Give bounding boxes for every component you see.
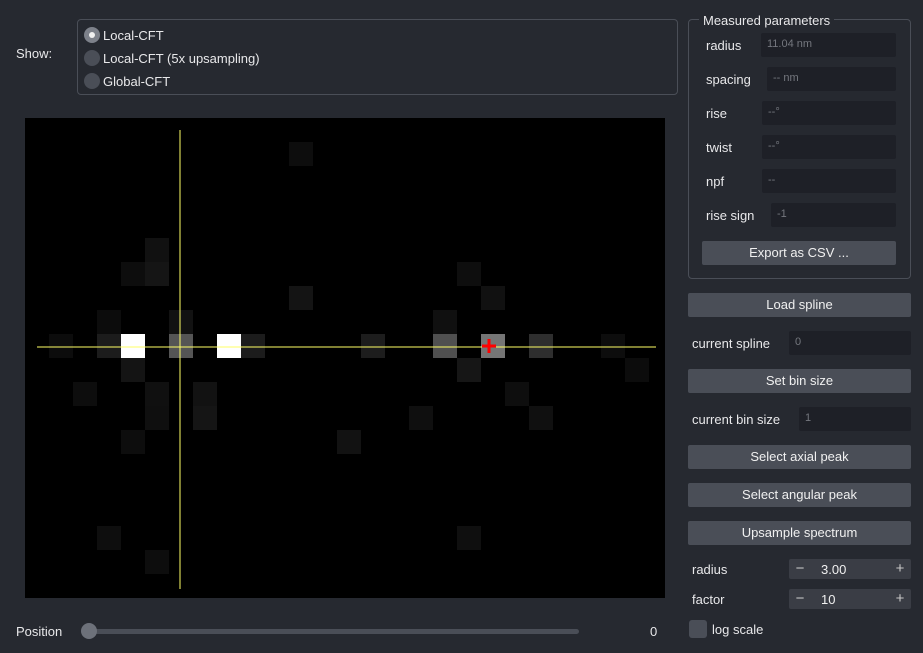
position-slider-handle[interactable]: [81, 623, 97, 639]
radio-unchecked-icon: [84, 73, 100, 89]
twist-param-field[interactable]: --°: [762, 135, 896, 159]
show-radio-group: Local-CFT Local-CFT (5x upsampling) Glob…: [77, 19, 678, 95]
radius-spinbox[interactable]: − 3.00 +: [789, 559, 911, 579]
spectrum-pixel-grid: [49, 142, 649, 574]
spectrum-image: [37, 130, 656, 589]
spacing-param-label: spacing: [706, 72, 751, 87]
radius-param-field[interactable]: 11.04 nm: [761, 33, 896, 57]
minus-icon[interactable]: −: [793, 559, 807, 579]
radio-checked-icon: [84, 27, 100, 43]
radio-global-cft[interactable]: Global-CFT: [84, 72, 170, 90]
rise-param-field[interactable]: --°: [762, 101, 896, 125]
npf-param-label: npf: [706, 174, 725, 189]
measured-parameters-title: Measured parameters: [699, 13, 835, 28]
radius-param-label: radius: [706, 38, 742, 53]
current-spline-label: current spline: [692, 336, 771, 351]
current-bin-size-field[interactable]: 1: [799, 407, 911, 431]
plus-icon[interactable]: +: [893, 559, 907, 579]
radio-label: Global-CFT: [103, 73, 171, 89]
rise-sign-param-field[interactable]: -1: [771, 203, 896, 227]
current-spline-field[interactable]: 0: [789, 331, 911, 355]
rise-param-label: rise: [706, 106, 727, 121]
position-label: Position: [16, 624, 63, 639]
upsample-spectrum-button[interactable]: Upsample spectrum: [688, 521, 911, 545]
radio-unchecked-icon: [84, 50, 100, 66]
factor-spin-label: factor: [692, 592, 725, 607]
spectrum-canvas[interactable]: [25, 118, 665, 598]
log-scale-label: log scale: [712, 622, 764, 637]
twist-param-label: twist: [706, 140, 732, 155]
factor-spin-value[interactable]: 10: [807, 592, 893, 607]
spacing-param-field[interactable]: -- nm: [767, 67, 896, 91]
position-value: 0: [650, 624, 658, 639]
current-bin-size-label: current bin size: [692, 412, 781, 427]
show-label: Show:: [16, 46, 53, 61]
select-angular-peak-button[interactable]: Select angular peak: [688, 483, 911, 507]
npf-param-field[interactable]: --: [762, 169, 896, 193]
position-slider-track[interactable]: [88, 629, 579, 634]
select-axial-peak-button[interactable]: Select axial peak: [688, 445, 911, 469]
radio-local-cft[interactable]: Local-CFT: [84, 26, 164, 44]
rise-sign-param-label: rise sign: [706, 208, 755, 223]
export-csv-button[interactable]: Export as CSV ...: [702, 241, 896, 265]
radio-label: Local-CFT: [103, 27, 164, 43]
radio-local-cft-upsampling[interactable]: Local-CFT (5x upsampling): [84, 49, 260, 67]
radius-spin-value[interactable]: 3.00: [807, 562, 893, 577]
load-spline-button[interactable]: Load spline: [688, 293, 911, 317]
factor-spinbox[interactable]: − 10 +: [789, 589, 911, 609]
log-scale-checkbox[interactable]: [689, 620, 707, 638]
minus-icon[interactable]: −: [793, 589, 807, 609]
radio-label: Local-CFT (5x upsampling): [103, 50, 260, 66]
plus-icon[interactable]: +: [893, 589, 907, 609]
radius-spin-label: radius: [692, 562, 728, 577]
set-bin-size-button[interactable]: Set bin size: [688, 369, 911, 393]
